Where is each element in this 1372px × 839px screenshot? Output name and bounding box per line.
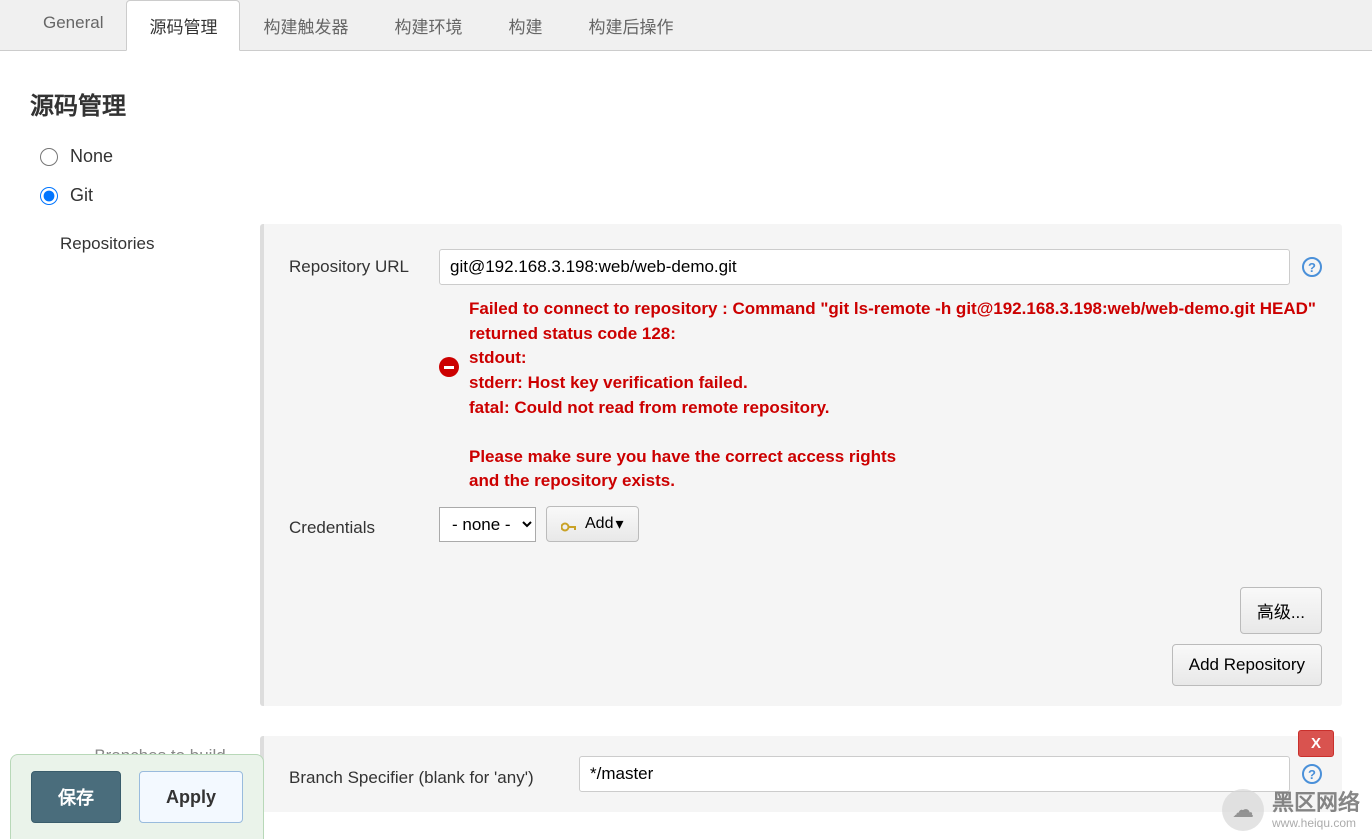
watermark-icon: ☁ <box>1222 789 1264 831</box>
scm-git-label: Git <box>70 185 93 206</box>
add-repository-button[interactable]: Add Repository <box>1172 644 1322 686</box>
radio-git[interactable] <box>40 187 58 205</box>
chevron-down-icon: ▾ <box>615 514 623 534</box>
help-icon[interactable]: ? <box>1302 257 1322 277</box>
branches-body: X Branch Specifier (blank for 'any') ? <box>260 736 1342 812</box>
section-title-scm: 源码管理 <box>30 86 1342 121</box>
repositories-body: Repository URL ? Failed to connect to re… <box>260 224 1342 706</box>
watermark-title: 黑区网络 <box>1272 790 1360 816</box>
config-tabs: General 源码管理 构建触发器 构建环境 构建 构建后操作 <box>0 0 1372 51</box>
tab-env[interactable]: 构建环境 <box>371 0 485 50</box>
scm-option-git[interactable]: Git <box>40 185 1342 206</box>
credentials-select[interactable]: - none - <box>439 507 536 542</box>
repo-url-label: Repository URL <box>289 249 439 277</box>
scm-option-none[interactable]: None <box>40 146 1342 167</box>
watermark-url: www.heiqu.com <box>1272 816 1360 830</box>
tab-build[interactable]: 构建 <box>485 0 565 50</box>
help-icon[interactable]: ? <box>1302 764 1322 784</box>
bottom-action-bar: 保存 Apply <box>10 754 264 839</box>
apply-button[interactable]: Apply <box>139 771 243 823</box>
tab-post[interactable]: 构建后操作 <box>565 0 696 50</box>
credentials-label: Credentials <box>289 510 439 538</box>
radio-none[interactable] <box>40 148 58 166</box>
watermark: ☁ 黑区网络 www.heiqu.com <box>1222 789 1360 831</box>
save-button[interactable]: 保存 <box>31 771 121 823</box>
error-text: Failed to connect to repository : Comman… <box>469 297 1322 494</box>
add-credentials-label: Add <box>585 515 613 533</box>
branch-specifier-input[interactable] <box>579 756 1290 792</box>
branch-specifier-label: Branch Specifier (blank for 'any') <box>289 760 579 788</box>
repositories-label: Repositories <box>60 224 260 706</box>
add-credentials-button[interactable]: Add ▾ <box>546 506 639 542</box>
error-block: Failed to connect to repository : Comman… <box>439 297 1322 494</box>
scm-none-label: None <box>70 146 113 167</box>
error-icon <box>439 357 459 377</box>
key-icon <box>561 519 577 529</box>
tab-scm[interactable]: 源码管理 <box>126 0 240 51</box>
tab-general[interactable]: General <box>20 0 126 50</box>
repo-url-input[interactable] <box>439 249 1290 285</box>
delete-branch-button[interactable]: X <box>1298 730 1334 757</box>
tab-triggers[interactable]: 构建触发器 <box>240 0 371 50</box>
advanced-button[interactable]: 高级... <box>1240 587 1322 634</box>
